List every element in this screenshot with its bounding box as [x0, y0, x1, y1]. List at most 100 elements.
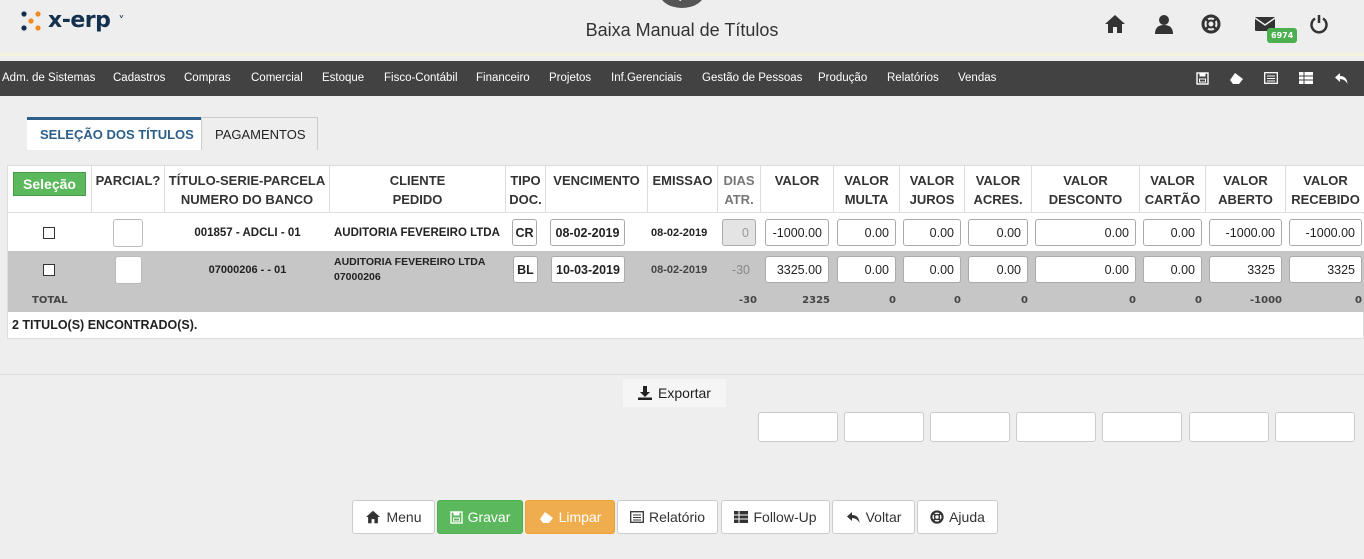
relatorio-label: Relatório: [648, 509, 706, 525]
valor-recebido-field[interactable]: 3325: [1289, 256, 1362, 283]
menu-item-fisco-contabil[interactable]: Fisco-Contábil: [384, 72, 458, 84]
follow-up-button[interactable]: Follow-Up: [721, 500, 830, 534]
menu-button[interactable]: Menu: [352, 500, 435, 534]
valor-juros-field[interactable]: 0.00: [903, 256, 961, 283]
header-label: JUROS: [909, 192, 955, 207]
user-icon[interactable]: [1152, 12, 1176, 36]
valor-field[interactable]: 3325.00: [765, 256, 829, 283]
menu-item-cadastros[interactable]: Cadastros: [113, 72, 165, 84]
header-label: VALOR: [909, 173, 955, 188]
header-label: NUMERO DO BANCO: [180, 192, 314, 207]
valor-acres-field[interactable]: 0.00: [968, 219, 1028, 246]
summary-field[interactable]: [930, 412, 1010, 442]
titles-table: Seleção PARCIAL? TÍTULO-SERIE-PARCELA NUM…: [7, 165, 1364, 339]
home-icon[interactable]: [1103, 12, 1127, 36]
summary-field[interactable]: [758, 412, 838, 442]
divider: [0, 374, 1364, 375]
header-cartao: VALOR CARTÃO: [1140, 166, 1206, 213]
tipo-doc-field[interactable]: CR: [512, 219, 537, 246]
vencimento-field[interactable]: 08-02-2019: [550, 219, 625, 246]
export-button[interactable]: Exportar: [623, 379, 726, 407]
header-label: PEDIDO: [392, 192, 443, 207]
row-select-checkbox[interactable]: [43, 226, 55, 239]
valor-cartao-field[interactable]: 0.00: [1143, 219, 1202, 246]
relatorio-button[interactable]: Relatório: [617, 500, 718, 534]
header-label: EMISSAO: [652, 173, 713, 188]
menu-item-relatorios[interactable]: Relatórios: [887, 72, 939, 84]
support-lifebuoy-icon: [930, 510, 944, 524]
home-icon: [366, 510, 381, 524]
select-all-button[interactable]: Seleção: [13, 172, 86, 196]
valor-aberto-field[interactable]: 3325: [1209, 256, 1282, 283]
summary-field[interactable]: [1189, 412, 1269, 442]
power-icon[interactable]: [1307, 12, 1331, 36]
valor-multa-field[interactable]: 0.00: [837, 256, 896, 283]
menu-item-financeiro[interactable]: Financeiro: [476, 72, 530, 84]
menu-item-inf-gerenciais[interactable]: Inf.Gerenciais: [611, 72, 682, 84]
header-desconto: VALOR DESCONTO: [1032, 166, 1140, 213]
header-label: DIAS: [723, 173, 755, 188]
total-acres: 0: [1021, 295, 1028, 306]
table-icon[interactable]: [1298, 70, 1314, 86]
menu-item-gestao-pessoas[interactable]: Gestão de Pessoas: [702, 72, 802, 84]
header-valor: VALOR: [761, 166, 834, 213]
header-vencimento: VENCIMENTO: [546, 166, 648, 213]
valor-desconto-field[interactable]: 0.00: [1035, 219, 1136, 246]
eraser-icon[interactable]: [1228, 70, 1244, 86]
valor-field[interactable]: -1000.00: [765, 219, 829, 246]
gravar-button[interactable]: Gravar: [437, 500, 523, 534]
main-menu-bar: Adm. de Sistemas Cadastros Compras Comer…: [0, 61, 1364, 96]
save-icon[interactable]: [1194, 70, 1210, 86]
voltar-button[interactable]: Voltar: [832, 500, 915, 534]
dias-atraso-field: -30: [722, 256, 756, 283]
ajuda-button[interactable]: Ajuda: [917, 500, 998, 534]
valor-multa-field[interactable]: 0.00: [837, 219, 896, 246]
header-cliente: CLIENTE PEDIDO: [330, 166, 506, 213]
menu-item-adm-sistemas[interactable]: Adm. de Sistemas: [2, 72, 95, 84]
vencimento-field[interactable]: 10-03-2019: [551, 256, 625, 283]
collapse-toggle[interactable]: ⌄: [659, 0, 705, 8]
total-recebido: 0: [1355, 295, 1362, 306]
menu-item-compras[interactable]: Compras: [184, 72, 231, 84]
report-list-icon[interactable]: [1263, 70, 1279, 86]
valor-aberto-field[interactable]: -1000.00: [1209, 219, 1282, 246]
tipo-doc-field[interactable]: BL: [513, 256, 538, 283]
valor-cartao-field[interactable]: 0.00: [1143, 256, 1202, 283]
summary-field[interactable]: [1102, 412, 1182, 442]
header-emissao: EMISSAO: [648, 166, 718, 213]
menu-item-projetos[interactable]: Projetos: [549, 72, 591, 84]
header-label: VALOR: [975, 173, 1021, 188]
undo-back-icon[interactable]: [1333, 70, 1349, 86]
header-tipo: TIPO DOC.: [506, 166, 546, 213]
valor-recebido-field[interactable]: -1000.00: [1289, 219, 1362, 246]
header-label: VALOR: [1150, 173, 1195, 188]
header-label: VALOR: [1303, 173, 1348, 188]
valor-acres-field[interactable]: 0.00: [968, 256, 1028, 283]
partial-payment-field[interactable]: [113, 218, 143, 247]
valor-juros-field[interactable]: 0.00: [903, 219, 961, 246]
support-lifebuoy-icon[interactable]: [1199, 12, 1223, 36]
menu-item-producao[interactable]: Produção: [818, 72, 867, 84]
totals-label: TOTAL: [32, 295, 68, 306]
header-dias: DIAS ATR.: [718, 166, 761, 213]
partial-payment-field[interactable]: [115, 255, 142, 284]
menu-item-estoque[interactable]: Estoque: [322, 72, 364, 84]
tab-pagamentos[interactable]: PAGAMENTOS: [201, 117, 318, 150]
summary-field[interactable]: [1275, 412, 1355, 442]
total-dias: -30: [738, 295, 757, 306]
emissao-cell: 08-02-2019: [651, 263, 708, 276]
menu-item-comercial[interactable]: Comercial: [251, 72, 303, 84]
chevron-down-icon: ⌄: [676, 0, 684, 4]
row-select-checkbox[interactable]: [43, 263, 55, 276]
eraser-icon: [539, 511, 553, 523]
ajuda-label: Ajuda: [949, 509, 985, 525]
menu-item-vendas[interactable]: Vendas: [958, 72, 996, 84]
summary-field[interactable]: [1016, 412, 1096, 442]
notification-badge[interactable]: 6974: [1267, 28, 1298, 43]
header-label: CLIENTE: [389, 173, 446, 188]
tab-selecao-titulos[interactable]: SELEÇÃO DOS TÍTULOS: [27, 117, 207, 150]
summary-field[interactable]: [844, 412, 924, 442]
valor-desconto-field[interactable]: 0.00: [1035, 256, 1136, 283]
header-label: TIPO: [510, 173, 541, 188]
limpar-button[interactable]: Limpar: [525, 500, 615, 534]
